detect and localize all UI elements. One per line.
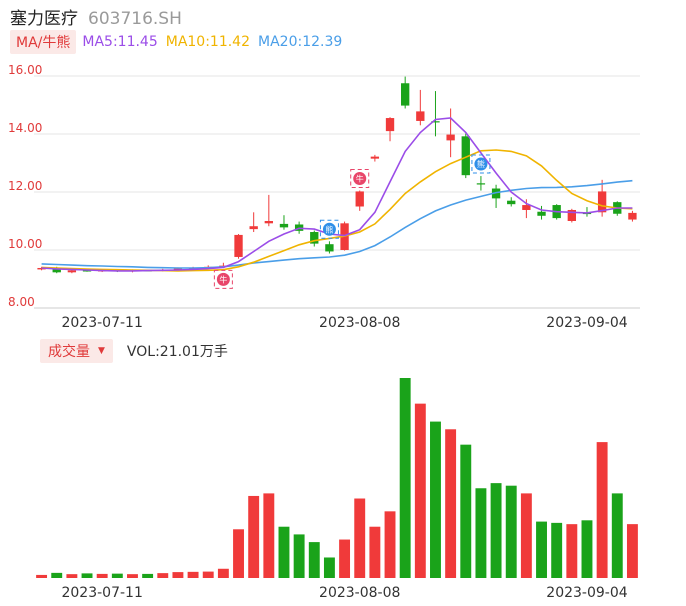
ma5-line bbox=[41, 117, 633, 272]
volume-bar bbox=[596, 442, 608, 578]
candle-body bbox=[597, 191, 607, 213]
candle-body bbox=[325, 244, 334, 252]
volume-bar bbox=[172, 572, 184, 578]
candle-body bbox=[537, 211, 546, 216]
x-tick-label: 2023-09-04 bbox=[546, 585, 627, 601]
volume-bar bbox=[51, 572, 63, 578]
volume-bar bbox=[581, 520, 593, 578]
volume-bar bbox=[217, 568, 229, 578]
x-tick-label: 2023-07-11 bbox=[61, 585, 142, 601]
ma20-line bbox=[41, 179, 633, 269]
signal-marker-label: 牛 bbox=[219, 274, 227, 284]
y-tick-label: 12.00 bbox=[8, 179, 42, 193]
x-tick-label: 2023-08-08 bbox=[319, 315, 400, 331]
volume-bar bbox=[460, 444, 472, 578]
x-tick-label: 2023-09-04 bbox=[546, 315, 627, 331]
volume-bar bbox=[308, 542, 320, 578]
candle-body bbox=[67, 270, 77, 273]
candle-body bbox=[385, 118, 395, 132]
volume-bar bbox=[142, 573, 154, 578]
volume-bar bbox=[202, 571, 214, 578]
candle-body bbox=[234, 234, 243, 257]
volume-bar bbox=[157, 573, 169, 578]
volume-bar bbox=[475, 488, 487, 578]
volume-bar bbox=[399, 378, 411, 578]
volume-bar bbox=[384, 511, 396, 578]
candle-body bbox=[476, 183, 486, 185]
volume-bar bbox=[611, 493, 623, 578]
volume-bar bbox=[278, 526, 290, 578]
volume-bar bbox=[551, 522, 563, 578]
y-tick-label: 16.00 bbox=[8, 63, 42, 77]
x-tick-label: 2023-07-11 bbox=[61, 315, 142, 331]
x-tick-label: 2023-08-08 bbox=[319, 585, 400, 601]
candle-body bbox=[279, 223, 289, 228]
volume-bar bbox=[248, 495, 260, 578]
candle-body bbox=[628, 212, 637, 220]
volume-bar bbox=[263, 493, 275, 578]
volume-bar bbox=[354, 498, 366, 578]
y-tick-label: 8.00 bbox=[8, 295, 35, 309]
volume-bar bbox=[339, 539, 351, 578]
candle-body bbox=[370, 156, 380, 159]
volume-bar bbox=[430, 421, 441, 578]
signal-marker-label: 牛 bbox=[356, 174, 364, 184]
volume-bar bbox=[566, 524, 578, 578]
signal-marker-label: 熊 bbox=[477, 159, 485, 169]
volume-bar bbox=[536, 521, 547, 578]
candle-body bbox=[401, 83, 410, 106]
signal-marker-label: 熊 bbox=[325, 224, 333, 234]
y-tick-label: 14.00 bbox=[8, 121, 42, 135]
volume-bar bbox=[626, 524, 638, 578]
volume-bar bbox=[187, 571, 199, 578]
volume-bar bbox=[127, 574, 138, 578]
candlestick-chart: 16.00 14.00 12.00 10.00 8.00 2023-07-11 2023-0… bbox=[8, 63, 640, 601]
candle-body bbox=[446, 134, 455, 141]
volume-bar bbox=[81, 573, 93, 578]
volume-bar bbox=[233, 529, 244, 578]
volume-bar bbox=[505, 485, 517, 578]
volume-bar bbox=[36, 574, 48, 578]
volume-bar bbox=[414, 403, 426, 578]
volume-bar bbox=[96, 573, 108, 578]
candle-body bbox=[416, 111, 425, 121]
volume-bar bbox=[445, 429, 457, 578]
volume-bar bbox=[490, 483, 502, 578]
volume-bar bbox=[369, 526, 381, 578]
volume-bar bbox=[323, 557, 335, 578]
candle-body bbox=[522, 205, 531, 210]
volume-bar bbox=[111, 573, 123, 578]
candle-body bbox=[249, 226, 258, 230]
volume-bar bbox=[293, 534, 305, 578]
volume-bar bbox=[520, 493, 532, 578]
y-tick-label: 10.00 bbox=[8, 237, 42, 251]
candle-body bbox=[264, 221, 273, 224]
candle-body bbox=[355, 191, 364, 207]
volume-bar bbox=[66, 574, 78, 578]
candle-body bbox=[507, 200, 516, 205]
